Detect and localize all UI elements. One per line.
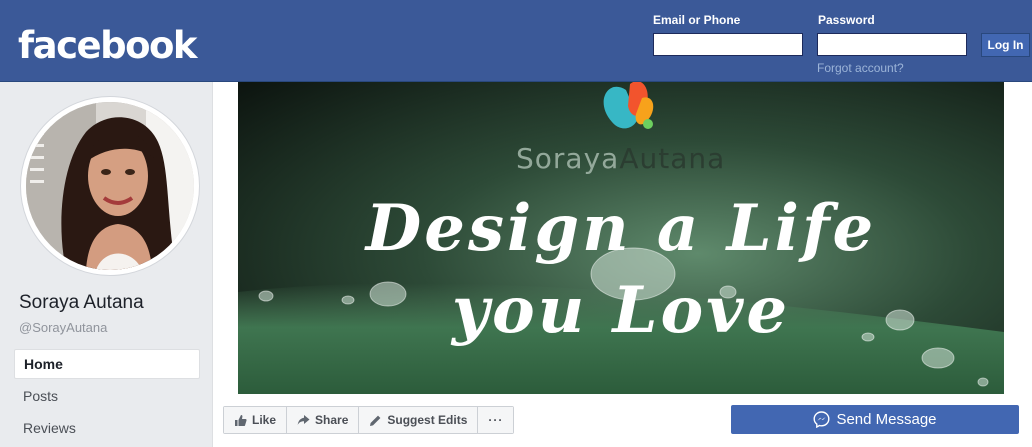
- page-title[interactable]: Soraya Autana: [19, 292, 144, 314]
- cover-photo[interactable]: SorayaAutana Design a Life you Love: [238, 82, 1004, 394]
- sidebar-nav: Home Posts Reviews: [14, 349, 200, 445]
- avatar-photo: [26, 102, 194, 270]
- pencil-icon: [370, 415, 381, 426]
- password-label: Password: [818, 13, 875, 27]
- send-message-label: Send Message: [836, 411, 937, 428]
- messenger-icon: [813, 411, 830, 428]
- avatar[interactable]: [26, 102, 194, 270]
- page-action-bar: Like Share Suggest Edits ···: [223, 406, 515, 434]
- forgot-account-link[interactable]: Forgot account?: [817, 61, 904, 75]
- share-arrow-icon: [297, 414, 310, 425]
- password-field[interactable]: [817, 33, 967, 56]
- like-label: Like: [252, 413, 277, 427]
- send-message-button[interactable]: Send Message: [731, 405, 1019, 434]
- more-dots-icon: ···: [488, 413, 504, 427]
- sidebar-item-posts[interactable]: Posts: [14, 381, 200, 411]
- share-button[interactable]: Share: [287, 407, 360, 433]
- suggest-edits-label: Suggest Edits: [387, 413, 468, 427]
- email-field[interactable]: [653, 33, 803, 56]
- main-content: SorayaAutana Design a Life you Love Like…: [212, 82, 1032, 447]
- left-column: Soraya Autana @SorayAutana Home Posts Re…: [0, 82, 212, 447]
- login-button[interactable]: Log In: [981, 33, 1030, 57]
- sidebar-item-home[interactable]: Home: [14, 349, 200, 379]
- svg-text:SorayaAutana: SorayaAutana: [516, 142, 725, 175]
- thumbs-up-icon: [235, 414, 247, 426]
- profile-picture-frame[interactable]: [20, 96, 200, 276]
- email-label: Email or Phone: [653, 13, 741, 27]
- facebook-logo[interactable]: facebook: [18, 22, 198, 70]
- cover-image: SorayaAutana Design a Life you Love: [238, 82, 1004, 394]
- more-options-button[interactable]: ···: [478, 407, 514, 433]
- top-bar: facebook Email or Phone Password Log In …: [0, 0, 1032, 82]
- svg-text:you Love: you Love: [450, 273, 790, 348]
- page-handle[interactable]: @SorayAutana: [19, 320, 107, 335]
- suggest-edits-button[interactable]: Suggest Edits: [359, 407, 479, 433]
- sidebar-item-reviews[interactable]: Reviews: [14, 413, 200, 443]
- like-button[interactable]: Like: [224, 407, 288, 433]
- share-label: Share: [315, 413, 349, 427]
- svg-text:Design a Life: Design a Life: [364, 191, 876, 266]
